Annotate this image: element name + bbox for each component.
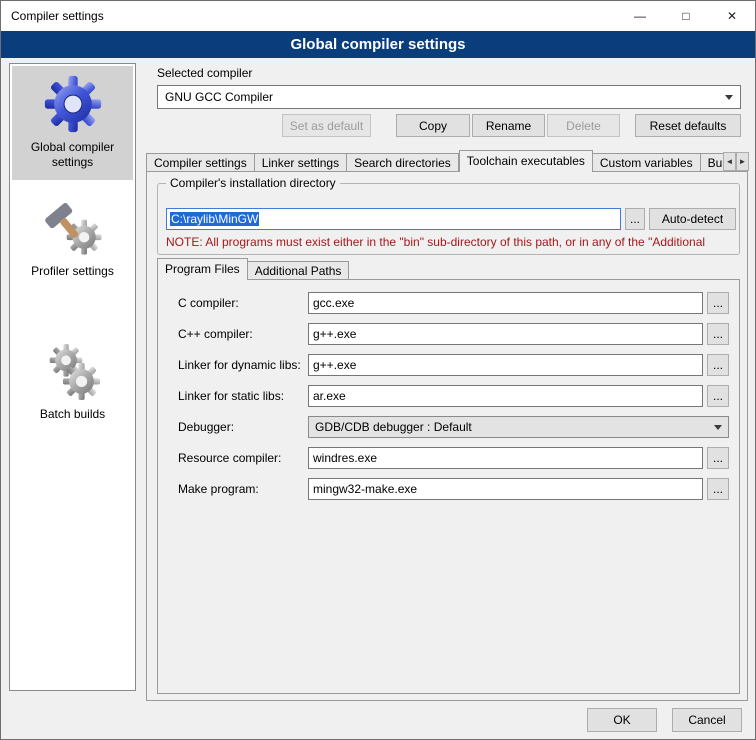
settings-category-list: Global compiler settings Profiler settin… [9,63,136,691]
cpp-compiler-label: C++ compiler: [178,327,253,341]
bin-subdirectory-note: NOTE: All programs must exist either in … [166,235,736,249]
compiler-select-value: GNU GCC Compiler [165,90,273,104]
tab-custom-variables[interactable]: Custom variables [593,153,701,172]
dynamic-linker-browse-button[interactable]: ... [707,354,729,376]
window-title: Compiler settings [11,9,104,23]
minimize-button[interactable]: — [617,1,663,31]
compiler-settings-tabbar: Compiler settings Linker settings Search… [146,150,723,172]
selected-compiler-label: Selected compiler [157,66,252,80]
close-button[interactable]: ✕ [709,1,755,31]
maximize-button[interactable]: □ [663,1,709,31]
install-dir-input[interactable]: C:\raylib\MinGW [166,208,621,230]
compiler-select[interactable]: GNU GCC Compiler [157,85,741,109]
sidebar-item-label: Profiler settings [31,264,114,279]
c-compiler-browse-button[interactable]: ... [707,292,729,314]
blue-gear-icon [43,74,103,134]
batch-builds-gears-icon [43,341,103,401]
profiler-hammer-gear-icon [43,198,103,258]
chevron-down-icon [714,425,722,430]
make-program-input[interactable] [308,478,703,500]
tab-toolchain-executables[interactable]: Toolchain executables [459,150,593,172]
resource-compiler-input[interactable] [308,447,703,469]
resource-compiler-label: Resource compiler: [178,451,281,465]
set-as-default-button: Set as default [282,114,371,137]
tab-compiler-settings[interactable]: Compiler settings [146,153,255,172]
tab-build-options[interactable]: Build options [701,153,723,172]
static-linker-input[interactable] [308,385,703,407]
tab-linker-settings[interactable]: Linker settings [255,153,347,172]
sidebar-item-label: Batch builds [40,407,105,422]
caption-buttons: — □ ✕ [617,1,755,31]
cpp-compiler-input[interactable] [308,323,703,345]
titlebar[interactable]: Compiler settings — □ ✕ [1,1,755,31]
debugger-select-value: GDB/CDB debugger : Default [315,420,472,434]
c-compiler-input[interactable] [308,292,703,314]
subtab-program-files[interactable]: Program Files [157,258,248,280]
cpp-compiler-browse-button[interactable]: ... [707,323,729,345]
dialog-header: Global compiler settings [1,31,755,58]
debugger-select[interactable]: GDB/CDB debugger : Default [308,416,729,438]
chevron-down-icon [725,95,733,100]
subtab-additional-paths[interactable]: Additional Paths [248,261,350,280]
auto-detect-button[interactable]: Auto-detect [649,208,736,230]
toolchain-executables-panel: Compiler's installation directory C:\ray… [146,171,748,701]
make-program-label: Make program: [178,482,259,496]
copy-button[interactable]: Copy [396,114,470,137]
ok-button[interactable]: OK [587,708,657,732]
sidebar-item-global-compiler-settings[interactable]: Global compiler settings [12,66,133,180]
sidebar-item-batch-builds[interactable]: Batch builds [12,333,133,432]
resource-compiler-browse-button[interactable]: ... [707,447,729,469]
c-compiler-label: C compiler: [178,296,239,310]
make-program-browse-button[interactable]: ... [707,478,729,500]
tab-search-directories[interactable]: Search directories [347,153,459,172]
install-dir-selected-text: C:\raylib\MinGW [170,212,259,226]
sidebar-item-profiler-settings[interactable]: Profiler settings [12,190,133,289]
dynamic-linker-input[interactable] [308,354,703,376]
reset-defaults-button[interactable]: Reset defaults [635,114,741,137]
static-linker-label: Linker for static libs: [178,389,284,403]
compiler-settings-window: Compiler settings — □ ✕ Global compiler … [0,0,756,740]
program-files-subtabbar: Program Files Additional Paths [157,258,349,280]
rename-button[interactable]: Rename [472,114,545,137]
installation-directory-groupbox: Compiler's installation directory C:\ray… [157,183,740,255]
delete-button: Delete [547,114,620,137]
program-files-panel: C compiler: ... C++ compiler: ... Linker… [157,279,740,694]
tab-scroll-right-button[interactable]: ► [736,152,749,171]
install-dir-browse-button[interactable]: ... [625,208,645,230]
tab-scroll-left-button[interactable]: ◄ [723,152,736,171]
dynamic-linker-label: Linker for dynamic libs: [178,358,301,372]
cancel-button[interactable]: Cancel [672,708,742,732]
installation-directory-group-title: Compiler's installation directory [166,176,340,190]
debugger-label: Debugger: [178,420,234,434]
static-linker-browse-button[interactable]: ... [707,385,729,407]
sidebar-item-label: Global compiler settings [14,140,131,170]
